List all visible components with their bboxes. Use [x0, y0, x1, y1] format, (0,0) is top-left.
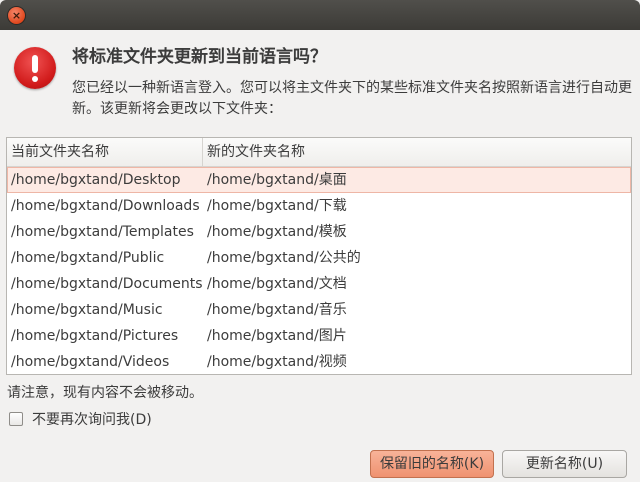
- current-folder-cell: /home/bgxtand/Pictures: [11, 328, 179, 344]
- current-folder-cell: /home/bgxtand/Desktop: [11, 172, 181, 188]
- folder-table: 当前文件夹名称 新的文件夹名称 /home/bgxtand/Desktop /h…: [6, 137, 632, 375]
- column-header-current[interactable]: 当前文件夹名称: [7, 138, 203, 166]
- new-folder-cell: /home/bgxtand/模板: [207, 224, 347, 240]
- dialog-description: 您已经以一种新语言登入。您可以将主文件夹下的某些标准文件夹名按照新语言进行自动更…: [72, 80, 632, 117]
- table-row[interactable]: /home/bgxtand/Music /home/bgxtand/音乐: [7, 297, 631, 323]
- table-row[interactable]: /home/bgxtand/Videos /home/bgxtand/视频: [7, 349, 631, 374]
- new-folder-cell: /home/bgxtand/文档: [207, 276, 347, 292]
- dont-ask-again-label[interactable]: 不要再次询问我(D): [32, 409, 152, 429]
- new-folder-cell: /home/bgxtand/音乐: [207, 302, 347, 318]
- keep-old-names-button[interactable]: 保留旧的名称(K): [370, 450, 494, 478]
- table-row[interactable]: /home/bgxtand/Templates /home/bgxtand/模板: [7, 219, 631, 245]
- warning-icon: [14, 47, 56, 89]
- title-bar[interactable]: ×: [0, 0, 640, 30]
- current-folder-cell: /home/bgxtand/Music: [11, 302, 163, 318]
- table-row[interactable]: /home/bgxtand/Pictures /home/bgxtand/图片: [7, 323, 631, 349]
- warning-icon-bar: [32, 55, 38, 73]
- new-folder-cell: /home/bgxtand/视频: [207, 354, 347, 370]
- table-row[interactable]: /home/bgxtand/Public /home/bgxtand/公共的: [7, 245, 631, 271]
- close-icon[interactable]: ×: [8, 7, 25, 24]
- table-row[interactable]: /home/bgxtand/Downloads /home/bgxtand/下载: [7, 193, 631, 219]
- warning-icon-dot: [32, 76, 38, 82]
- dont-ask-again-option[interactable]: 不要再次询问我(D): [9, 409, 152, 429]
- current-folder-cell: /home/bgxtand/Videos: [11, 354, 170, 370]
- dont-ask-again-checkbox[interactable]: [9, 412, 23, 426]
- table-row[interactable]: /home/bgxtand/Desktop /home/bgxtand/桌面: [7, 167, 631, 193]
- dialog-window: × 将标准文件夹更新到当前语言吗？ 您已经以一种新语言登入。您可以将主文件夹下的…: [0, 0, 640, 482]
- new-folder-cell: /home/bgxtand/图片: [207, 328, 347, 344]
- column-header-new[interactable]: 新的文件夹名称: [203, 138, 631, 166]
- table-body: /home/bgxtand/Desktop /home/bgxtand/桌面 /…: [7, 167, 631, 374]
- table-header: 当前文件夹名称 新的文件夹名称: [7, 138, 631, 167]
- new-folder-cell: /home/bgxtand/下载: [207, 198, 347, 214]
- note-text: 请注意，现有内容不会被移动。: [7, 385, 203, 401]
- current-folder-cell: /home/bgxtand/Downloads: [11, 198, 200, 214]
- dialog-heading: 将标准文件夹更新到当前语言吗？: [72, 47, 327, 67]
- current-folder-cell: /home/bgxtand/Public: [11, 250, 165, 266]
- update-names-button[interactable]: 更新名称(U): [502, 450, 627, 478]
- current-folder-cell: /home/bgxtand/Documents: [11, 276, 203, 292]
- new-folder-cell: /home/bgxtand/公共的: [207, 250, 361, 266]
- new-folder-cell: /home/bgxtand/桌面: [207, 172, 347, 188]
- current-folder-cell: /home/bgxtand/Templates: [11, 224, 194, 240]
- table-row[interactable]: /home/bgxtand/Documents /home/bgxtand/文档: [7, 271, 631, 297]
